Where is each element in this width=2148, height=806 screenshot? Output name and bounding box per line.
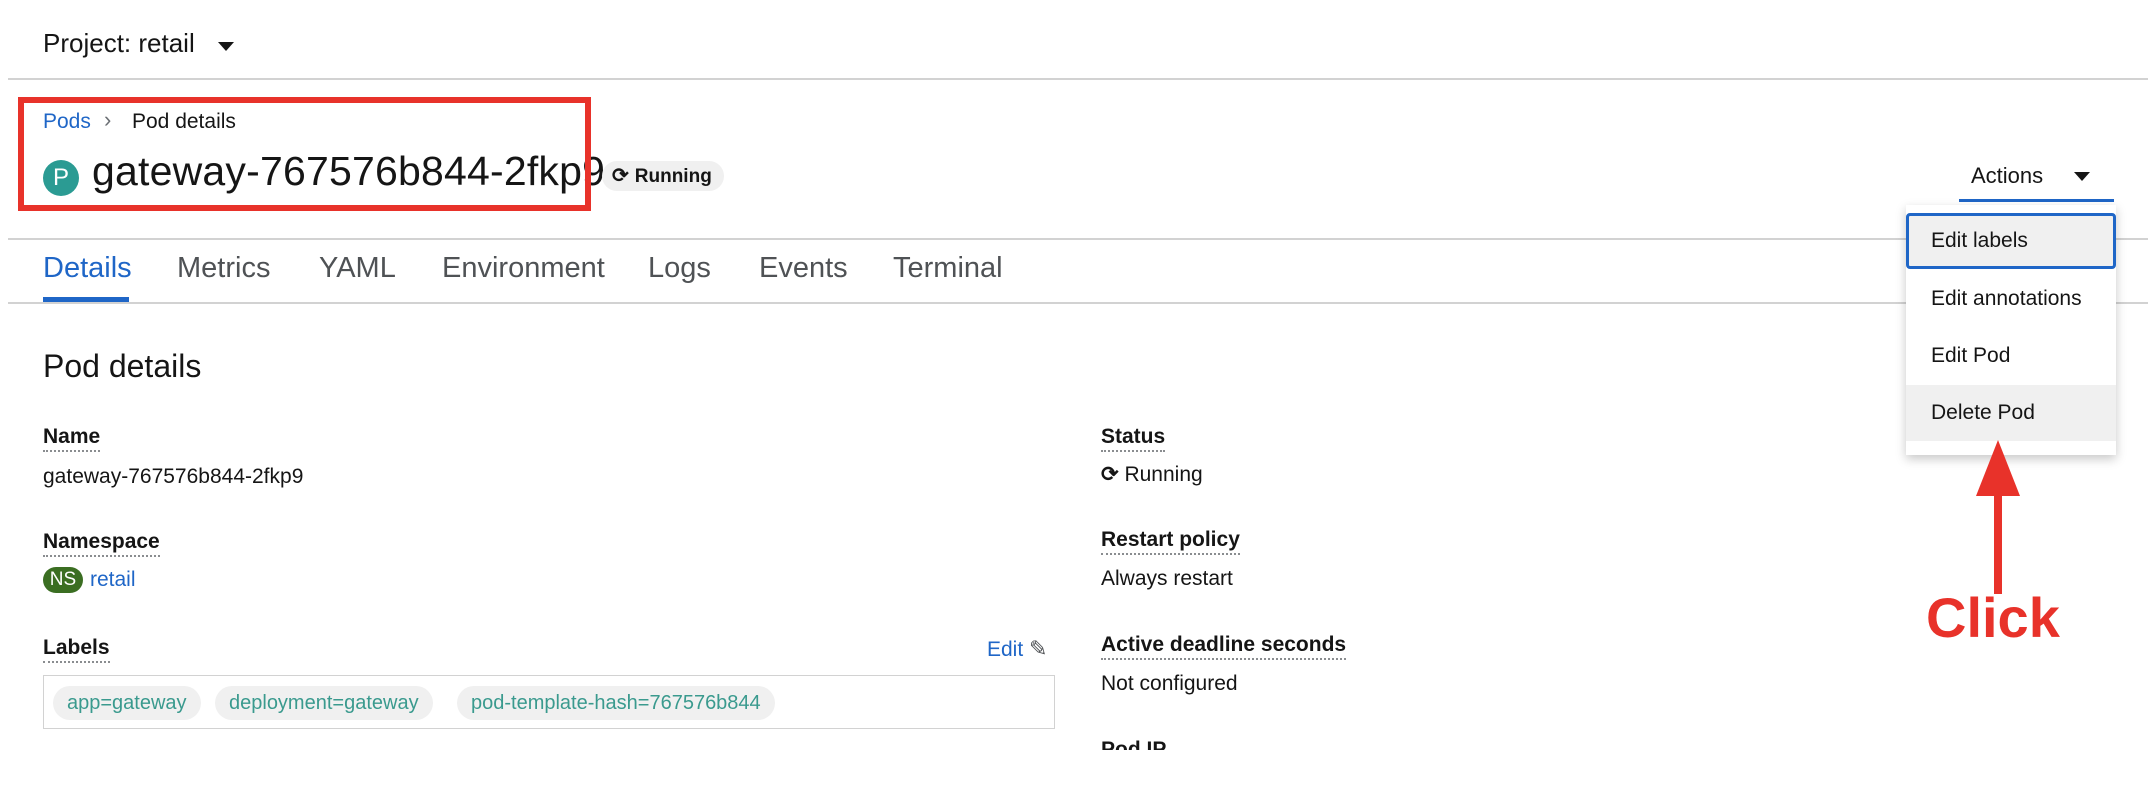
edit-labels-link[interactable]: Edit ✎ xyxy=(987,636,1047,662)
active-tab-indicator xyxy=(43,297,129,302)
name-label: Name xyxy=(43,425,101,452)
tab-logs[interactable]: Logs xyxy=(648,252,711,285)
annotation-highlight-box xyxy=(18,97,591,211)
pencil-icon[interactable]: ✎ xyxy=(1029,636,1047,661)
edit-labels-link-label[interactable]: Edit xyxy=(987,638,1023,661)
status-value-text: Running xyxy=(1124,463,1203,486)
label-chip[interactable]: app=gateway xyxy=(53,686,201,720)
restart-policy-value: Always restart xyxy=(1101,567,1233,590)
actions-button[interactable]: Actions xyxy=(1959,152,2114,202)
annotation-click-text: Click xyxy=(1926,586,2060,649)
chevron-down-icon[interactable] xyxy=(2074,172,2090,181)
tab-yaml[interactable]: YAML xyxy=(319,252,396,285)
status-badge: ⟳ Running xyxy=(602,161,724,191)
status-label: Status xyxy=(1101,425,1166,452)
labels-label: Labels xyxy=(43,636,110,663)
label-chip[interactable]: deployment=gateway xyxy=(215,686,433,720)
status-badge-label: Running xyxy=(634,166,712,187)
labels-list: app=gateway deployment=gateway pod-templ… xyxy=(43,675,1055,729)
status-value: ⟳ Running xyxy=(1101,462,1203,487)
divider xyxy=(8,302,2148,304)
actions-menu: Edit labels Edit annotations Edit Pod De… xyxy=(1906,205,2116,455)
active-deadline-value: Not configured xyxy=(1101,672,1238,695)
section-title: Pod details xyxy=(43,348,202,384)
namespace-badge: NS xyxy=(43,567,83,593)
annotation-arrow-shaft xyxy=(1994,490,2002,594)
chevron-down-icon[interactable] xyxy=(218,42,234,51)
namespace-link[interactable]: retail xyxy=(90,568,136,592)
tab-events[interactable]: Events xyxy=(759,252,848,285)
menu-item-delete-pod[interactable]: Delete Pod xyxy=(1906,385,2116,441)
tab-metrics[interactable]: Metrics xyxy=(177,252,270,285)
project-selector[interactable]: Project: retail xyxy=(43,28,195,59)
namespace-label: Namespace xyxy=(43,530,160,557)
tab-environment[interactable]: Environment xyxy=(442,252,605,285)
sync-icon: ⟳ xyxy=(1101,463,1119,486)
viewport-bottom xyxy=(0,750,2148,806)
tab-terminal[interactable]: Terminal xyxy=(893,252,1003,285)
menu-item-edit-annotations[interactable]: Edit annotations xyxy=(1906,271,2116,327)
menu-item-edit-labels[interactable]: Edit labels xyxy=(1906,213,2116,269)
menu-item-edit-pod[interactable]: Edit Pod xyxy=(1906,328,2116,384)
annotation-arrow-head xyxy=(1976,440,2020,496)
name-value: gateway-767576b844-2fkp9 xyxy=(43,465,304,488)
sync-icon: ⟳ xyxy=(612,165,629,187)
tab-details[interactable]: Details xyxy=(43,252,132,285)
divider xyxy=(8,238,2148,240)
project-bar xyxy=(8,0,2148,80)
label-chip[interactable]: pod-template-hash=767576b844 xyxy=(457,686,775,720)
active-deadline-label: Active deadline seconds xyxy=(1101,633,1347,660)
restart-policy-label: Restart policy xyxy=(1101,528,1240,555)
